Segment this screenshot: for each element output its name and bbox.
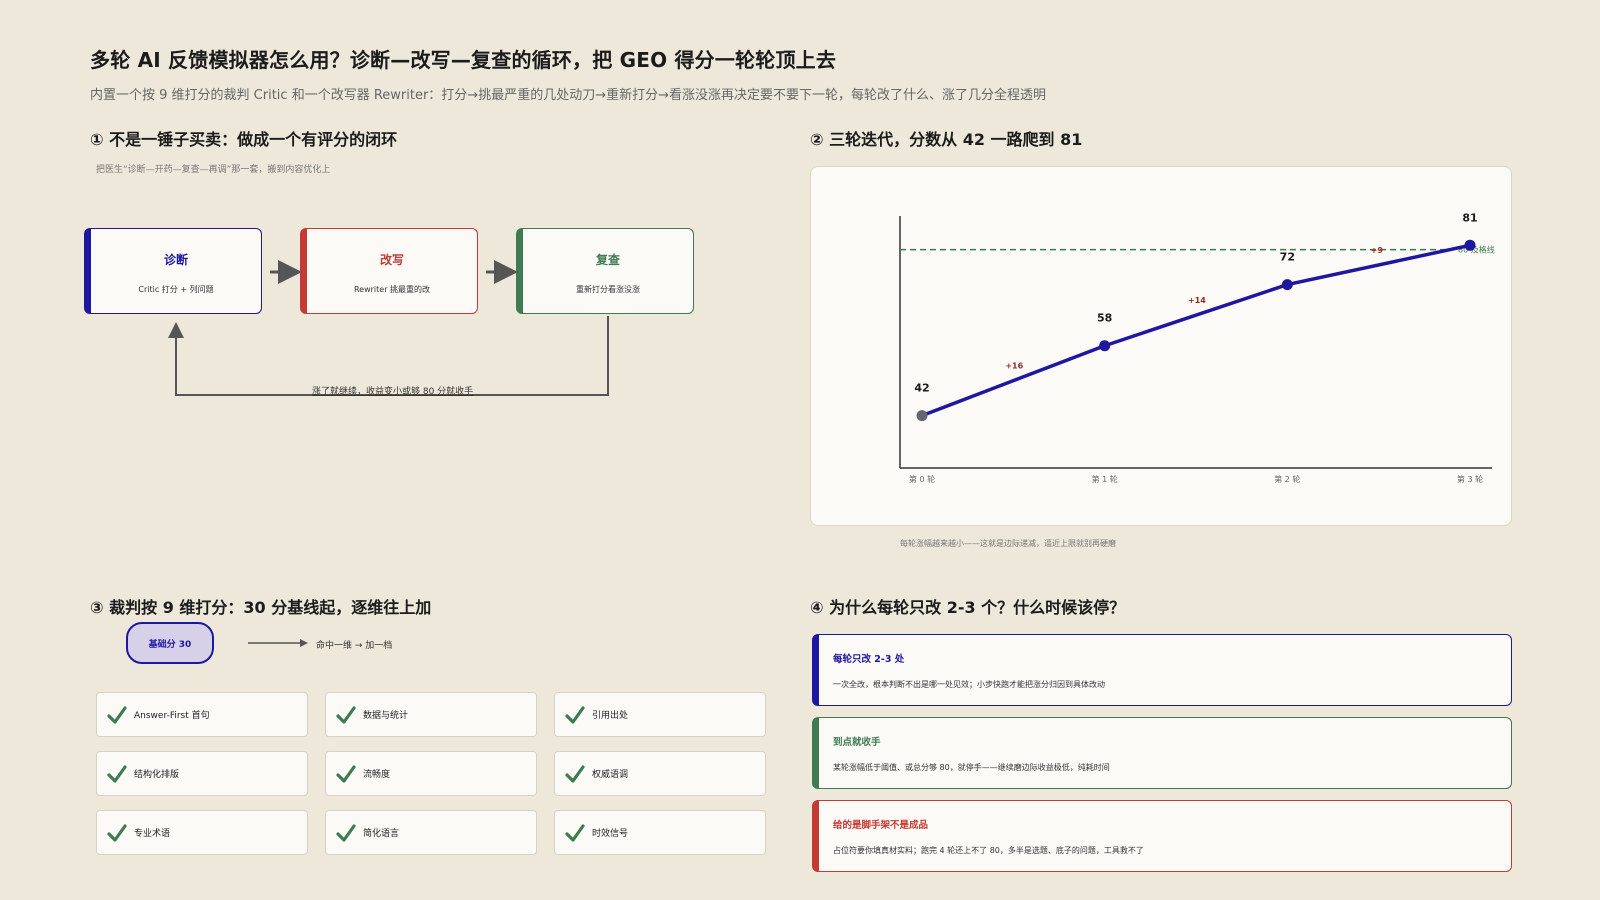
x-tick-label: 第 0 轮 [909,474,935,484]
tip-card-scaffold: 给的是脚手架不是成品 占位符要你填真材实料；跑完 4 轮还上不了 80，多半是选… [812,800,1512,872]
data-label: 81 [1462,211,1477,224]
section4-title: ④ 为什么每轮只改 2-3 个？什么时候该停？ [810,598,1126,617]
dimension-card: 流畅度 [325,751,537,796]
check-icon [336,764,356,783]
increment-label: +14 [1188,296,1206,305]
dimension-label: 权威语调 [592,770,629,780]
tip-title: 每轮只改 2-3 处 [833,654,905,665]
flow-box-desc: 重新打分看涨没涨 [576,285,640,294]
rule-arrow-icon [248,639,308,647]
flow-box-rewrite: 改写 Rewriter 挑最重的改 [300,228,478,314]
chart-caption: 每轮涨幅越来越小——这就是边际递减，逼近上限就别再硬磨 [900,539,1116,548]
dimension-label: 流畅度 [363,770,391,780]
flow-box-title: 复查 [595,253,620,267]
tip-desc: 某轮涨幅低于阈值、或总分够 80，就停手——继续磨边际收益极低，纯耗时间 [833,763,1110,772]
dimension-card: 引用出处 [554,692,766,737]
data-label: 58 [1097,312,1112,325]
tip-card-small-steps: 每轮只改 2-3 处 一次全改，根本判断不出是哪一处见效；小步快跑才能把涨分归因… [812,634,1512,706]
flow-box-title: 诊断 [163,253,188,267]
dimension-card: Answer-First 首句 [96,692,308,737]
tip-title: 到点就收手 [833,737,881,748]
flow-box-review: 复查 重新打分看涨没涨 [516,228,694,314]
score-line-chart: 80 及格线+16+14+942第 0 轮58第 1 轮72第 2 轮81第 3… [899,211,1495,484]
tip-desc: 占位符要你填真材实料；跑完 4 轮还上不了 80，多半是选题、底子的问题，工具救… [833,846,1144,855]
x-tick-label: 第 3 轮 [1457,474,1483,484]
x-tick-label: 第 1 轮 [1092,474,1118,484]
series-line [921,243,1471,418]
increment-label: +9 [1371,246,1384,255]
increment-label: +16 [1005,362,1023,371]
dimension-label: 时效信号 [592,829,629,839]
dimension-card: 简化语言 [325,810,537,855]
tip-card-stop-in-time: 到点就收手 某轮涨幅低于阈值、或总分够 80，就停手——继续磨边际收益极低，纯耗… [812,717,1512,789]
dimension-card: 专业术语 [96,810,308,855]
check-icon [565,823,585,842]
flow-box-diagnose: 诊断 Critic 打分 + 列问题 [84,228,262,314]
flow-box-desc: Critic 打分 + 列问题 [138,285,214,294]
section1-note: 把医生“诊断—开药—复查—再调”那一套，搬到内容优化上 [96,165,331,175]
tip-desc: 一次全改，根本判断不出是哪一处见效；小步快跑才能把涨分归因到具体改动 [833,680,1105,689]
dimension-label: 数据与统计 [363,711,409,721]
dimension-card: 时效信号 [554,810,766,855]
dimension-card: 权威语调 [554,751,766,796]
check-icon [336,705,356,724]
page-subtitle: 内置一个按 9 维打分的裁判 Critic 和一个改写器 Rewriter：打分… [90,88,1046,103]
data-point [916,410,928,422]
data-point [1099,340,1111,352]
data-point [1281,279,1293,291]
data-point [1464,239,1476,251]
flow-box-title: 改写 [379,253,404,267]
check-icon [107,705,127,724]
x-tick-label: 第 2 轮 [1274,474,1300,484]
tip-title: 给的是脚手架不是成品 [833,820,929,831]
section3-title: ③ 裁判按 9 维打分：30 分基线起，逐维往上加 [90,598,432,617]
check-icon [565,764,585,783]
base-score-pill: 基础分 30 [126,622,214,664]
dimension-label: 结构化排版 [134,770,180,780]
data-label: 42 [914,382,929,395]
page-title: 多轮 AI 反馈模拟器怎么用？诊断—改写—复查的循环，把 GEO 得分一轮轮顶上… [90,48,837,72]
check-icon [565,705,585,724]
rule-text: 命中一维 → 加一档 [316,641,393,651]
flow-box-desc: Rewriter 挑最重的改 [353,285,431,294]
check-icon [107,823,127,842]
loop-label: 涨了就继续，收益变小或够 80 分就收手 [312,387,474,397]
check-icon [107,764,127,783]
section2-title: ② 三轮迭代，分数从 42 一路爬到 81 [810,130,1083,149]
dimension-label: 引用出处 [592,711,629,721]
dimension-card: 数据与统计 [325,692,537,737]
data-label: 72 [1280,251,1295,264]
dimension-label: 简化语言 [363,829,400,839]
dimension-label: 专业术语 [134,829,171,839]
section1-title: ① 不是一锤子买卖：做成一个有评分的闭环 [90,130,398,149]
check-icon [336,823,356,842]
dimension-card: 结构化排版 [96,751,308,796]
dimension-label: Answer-First 首句 [134,711,210,721]
